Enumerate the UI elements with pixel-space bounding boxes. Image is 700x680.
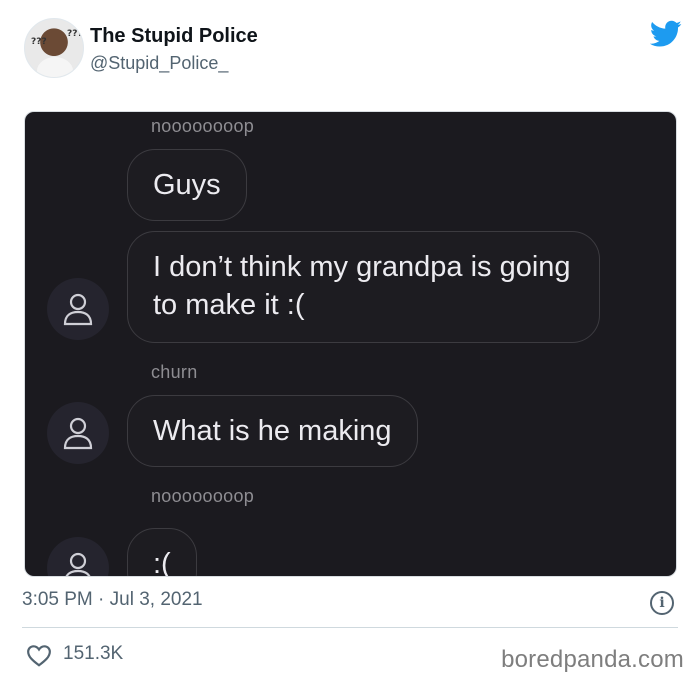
user-avatar-icon [47,278,109,340]
message-bubble: Guys [127,149,247,221]
display-name[interactable]: The Stupid Police [90,25,258,48]
message-bubble: What is he making [127,395,418,467]
message-sender: noooooooop [151,116,255,136]
person-icon [65,552,91,576]
person-icon [63,293,93,326]
heart-icon[interactable] [26,643,52,667]
user-avatar-icon [47,537,109,576]
info-icon[interactable]: i [650,591,674,615]
avatar-question-marks: ??? [31,37,47,47]
tweet-timestamp[interactable]: 3:05 PM · Jul 3, 2021 [22,589,203,611]
message-sender: churn [151,362,198,382]
divider [22,627,678,628]
like-count[interactable]: 151.3K [63,643,123,665]
tweet-header: ??? ??? The Stupid Police @Stupid_Police… [22,16,682,80]
twitter-bird-icon [650,20,682,47]
message-bubble: I don’t think my grandpa is going to mak… [127,231,600,343]
message-bubble: :( [127,528,197,576]
message-sender: noooooooop [151,486,255,506]
person-icon [63,417,93,450]
avatar-question-marks-right: ??? [67,29,83,39]
watermark: boredpanda.com [501,646,684,673]
tweet-media-screenshot[interactable]: noooooooop Guys I don’t think my grandpa… [24,111,677,577]
user-avatar-icon [47,402,109,464]
avatar[interactable]: ??? ??? [24,18,84,78]
avatar-shirt [37,57,73,77]
user-handle[interactable]: @Stupid_Police_ [90,53,228,74]
